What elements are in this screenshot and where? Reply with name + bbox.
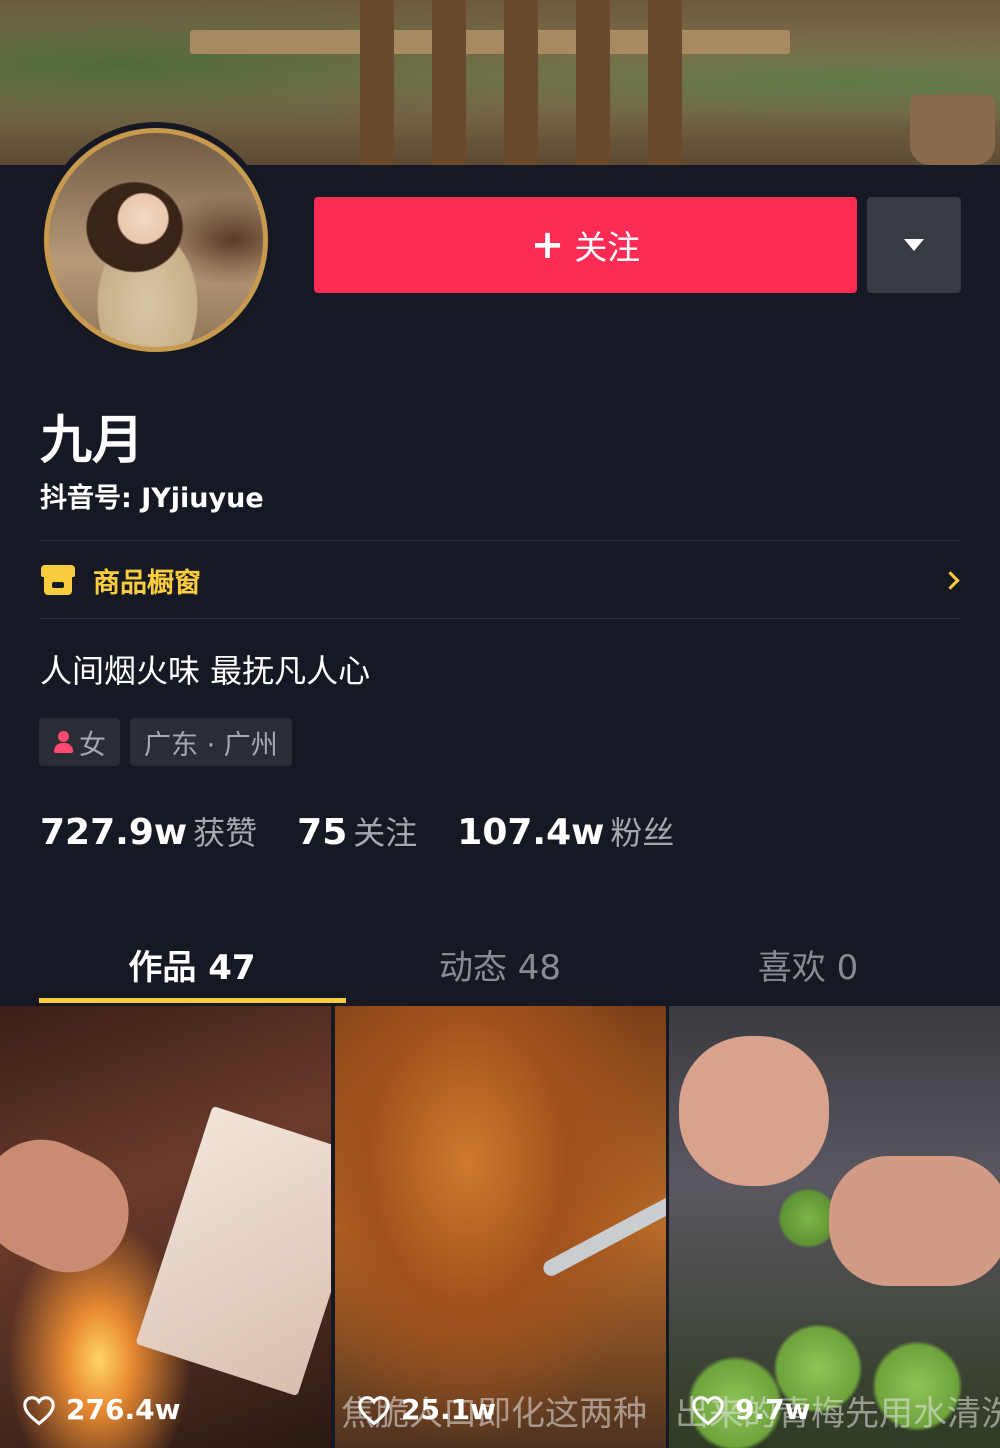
likes-count: 25.1w <box>401 1393 496 1426</box>
stat-following[interactable]: 75 关注 <box>297 808 417 854</box>
video-thumbnail[interactable]: 276.4w <box>0 1006 331 1448</box>
gender-tag: 女 <box>39 718 120 766</box>
avatar-image <box>44 128 268 352</box>
shop-window-label: 商品橱窗 <box>93 567 201 599</box>
dropdown-triangle-icon <box>904 239 924 251</box>
video-likes: 276.4w <box>22 1393 180 1426</box>
likes-count: 276.4w <box>66 1393 181 1426</box>
heart-icon <box>692 1395 724 1425</box>
profile-name: 九月 <box>40 411 145 471</box>
avatar[interactable] <box>38 122 274 358</box>
shop-window-row[interactable]: 商品橱窗 <box>39 541 961 619</box>
stat-label: 粉丝 <box>610 814 675 852</box>
likes-count: 9.7w <box>735 1393 811 1426</box>
stat-value: 727.9w <box>40 812 188 853</box>
chevron-right-icon <box>941 570 960 590</box>
divider <box>39 618 961 619</box>
stat-value: 107.4w <box>457 812 605 853</box>
plus-icon: + <box>530 222 565 268</box>
location-tag: 广东 · 广州 <box>130 718 292 766</box>
cover-plant-pot <box>910 95 995 165</box>
content-tabs: 作品 47 动态 48 喜欢 0 <box>0 924 1000 1004</box>
active-tab-indicator <box>39 998 346 1003</box>
video-thumbnail[interactable]: 焦脆人口即化这两种 25.1w <box>335 1006 666 1448</box>
profile-tags: 女 广东 · 广州 <box>39 718 292 766</box>
tab-likes[interactable]: 喜欢 0 <box>655 924 961 1004</box>
video-likes: 9.7w <box>691 1393 810 1426</box>
stat-label: 关注 <box>353 814 418 852</box>
stat-value: 75 <box>297 812 348 853</box>
douyin-id: 抖音号: JYjiuyue <box>40 483 264 514</box>
follow-button[interactable]: + 关注 <box>314 197 857 293</box>
stat-followers[interactable]: 107.4w 粉丝 <box>457 808 674 854</box>
female-icon <box>53 731 73 753</box>
video-grid: 276.4w 焦脆人口即化这两种 25.1w 出来的青梅先用水清洗 9.7w <box>0 1006 1000 1448</box>
heart-icon <box>358 1395 390 1425</box>
location-label: 广东 · 广州 <box>144 729 278 761</box>
bio-text: 人间烟火味 最抚凡人心 <box>40 652 371 690</box>
stat-likes: 727.9w 获赞 <box>40 808 257 854</box>
heart-icon <box>23 1395 55 1425</box>
cover-chair <box>360 0 690 165</box>
follow-button-label: 关注 <box>574 228 641 267</box>
tab-works[interactable]: 作品 47 <box>39 924 345 1004</box>
stat-label: 获赞 <box>193 814 258 852</box>
more-options-button[interactable] <box>867 197 961 293</box>
video-thumbnail[interactable]: 出来的青梅先用水清洗 9.7w <box>669 1006 1000 1448</box>
video-likes: 25.1w <box>357 1393 496 1426</box>
gender-label: 女 <box>79 729 106 761</box>
profile-stats: 727.9w 获赞 75 关注 107.4w 粉丝 <box>40 808 714 854</box>
shop-icon <box>41 565 75 595</box>
tab-posts[interactable]: 动态 48 <box>347 924 653 1004</box>
